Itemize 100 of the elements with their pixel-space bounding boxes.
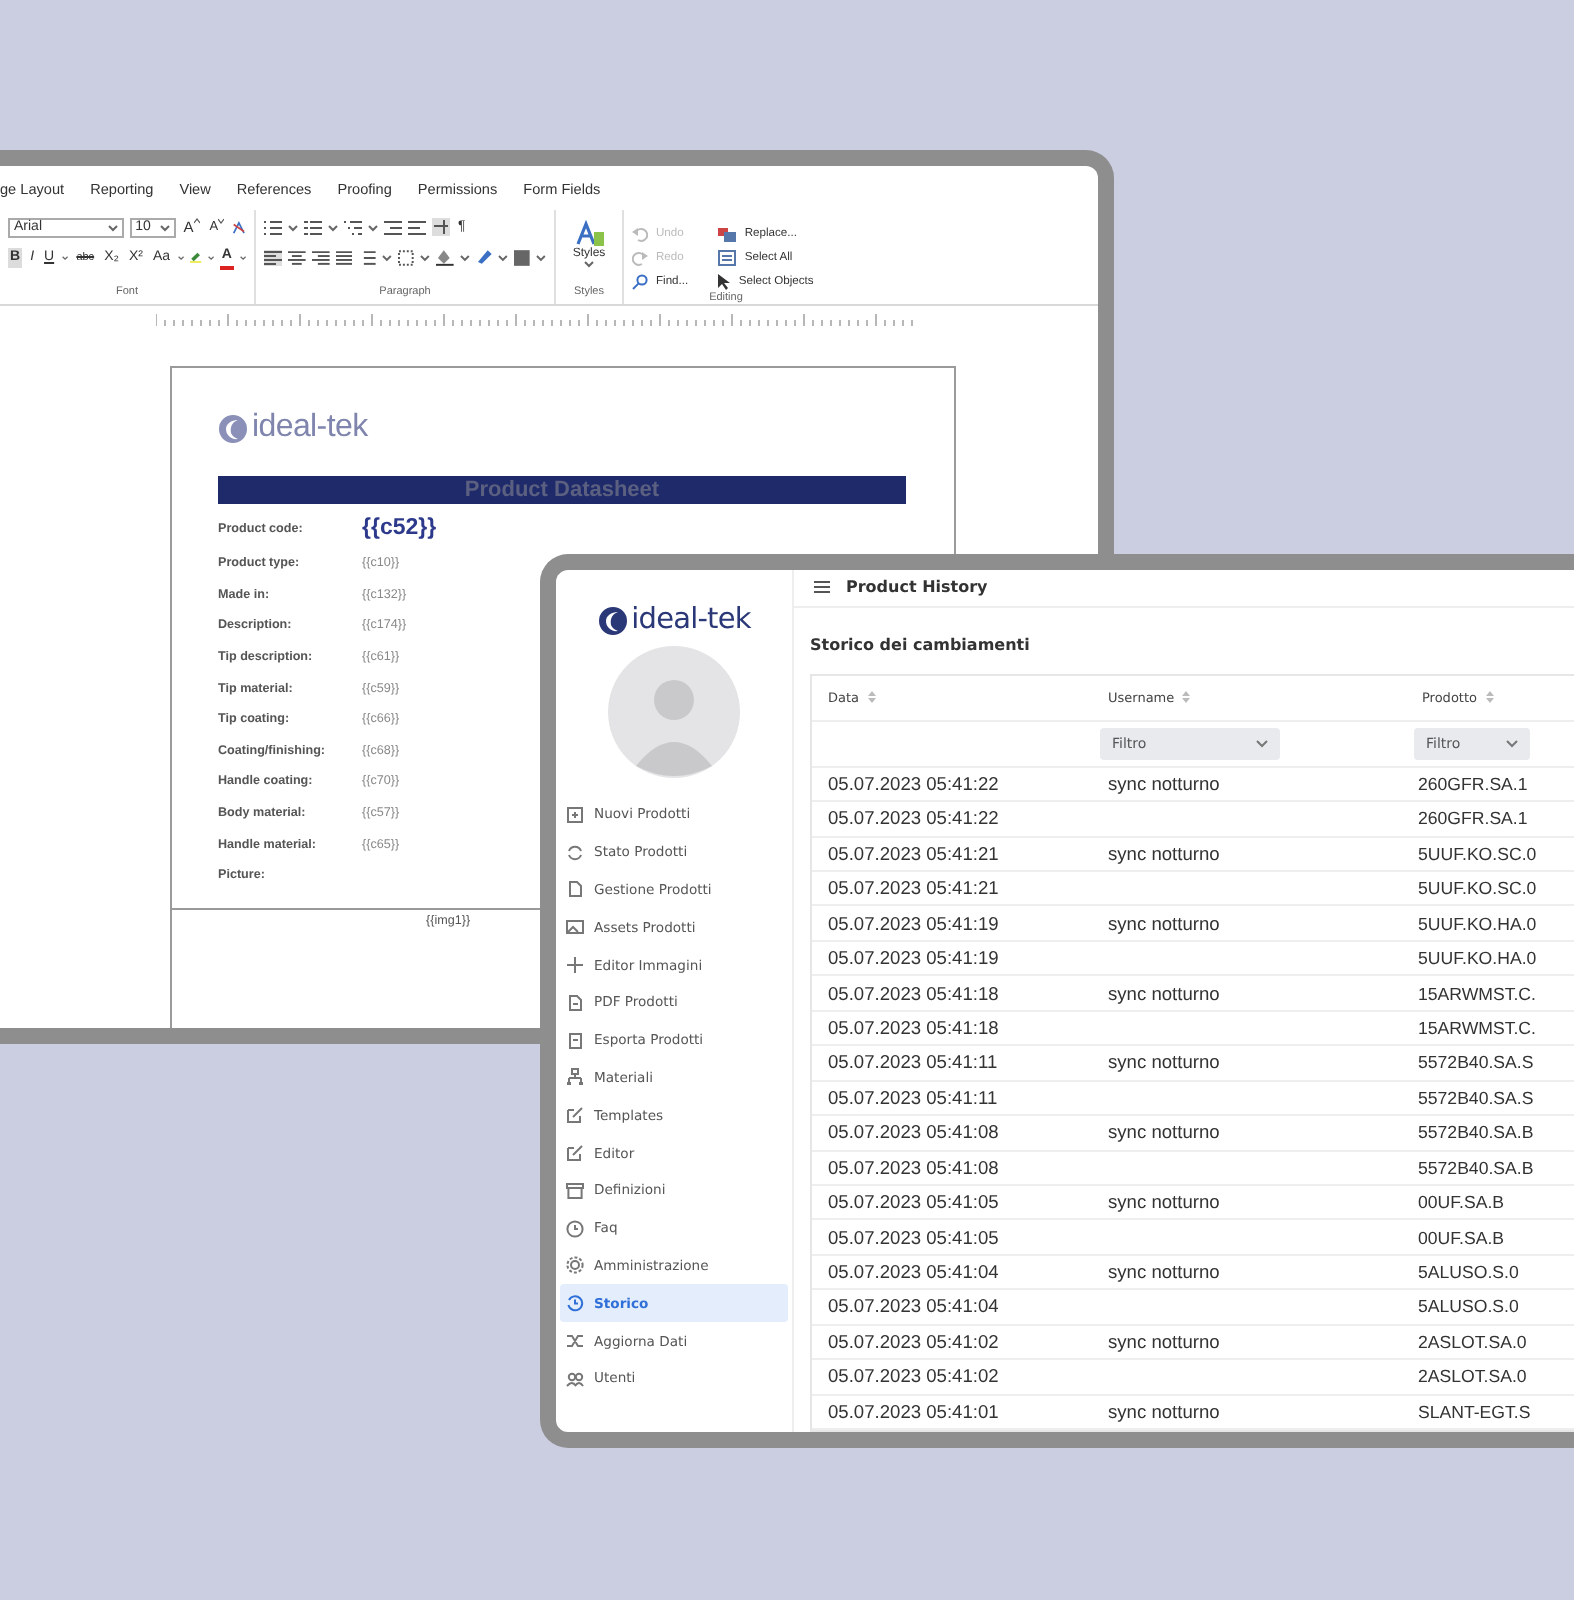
table-cell-text: sync notturno: [1106, 1192, 1222, 1213]
avatar-silhouette: [608, 646, 740, 778]
align-right-icon[interactable]: [311, 249, 330, 265]
table-cell-text: 05.07.2023 05:41:22: [826, 773, 1001, 794]
undo-icon: [632, 225, 648, 241]
logo-mark-icon: [218, 413, 248, 443]
table-cell-text: 05.07.2023 05:41:18: [826, 983, 1001, 1004]
styles-icon[interactable]: [575, 220, 603, 248]
clear-format-icon[interactable]: [232, 219, 246, 235]
caret-icon[interactable]: [207, 253, 214, 261]
table-cell-text: 5ALUSO.S.0: [1416, 1296, 1521, 1317]
table-cell-text: 5ALUSO.S.0: [1416, 1262, 1521, 1283]
page-title: Product History: [846, 578, 988, 597]
table-cell-text: sync notturno: [1106, 773, 1222, 794]
caret-icon[interactable]: [382, 253, 393, 261]
table-cell-text: sync notturno: [1106, 983, 1222, 1004]
caret-icon[interactable]: [419, 253, 430, 261]
caret-icon[interactable]: [368, 223, 378, 231]
caret-icon[interactable]: [536, 253, 546, 261]
logo-text: ideal-tek: [252, 410, 368, 446]
table-cell-text: 05.07.2023 05:41:02: [826, 1331, 1001, 1352]
shading-icon[interactable]: [435, 248, 454, 266]
redo-icon: [632, 249, 648, 265]
table-cell-text: 00UF.SA.B: [1416, 1227, 1507, 1248]
table-cell-text: 00UF.SA.B: [1416, 1192, 1507, 1213]
table-cell-text: 05.07.2023 05:41:19: [826, 913, 1001, 934]
table-cell-text: 5UUF.KO.SC.0: [1416, 878, 1539, 899]
highlight-icon[interactable]: [190, 248, 202, 266]
add-document-icon: [566, 805, 584, 824]
select-all-icon: [718, 249, 737, 265]
edit-icon: [566, 1144, 584, 1163]
clock-icon: [566, 1219, 584, 1238]
logo-mark-icon: [597, 605, 628, 635]
table-shading-icon[interactable]: [514, 249, 531, 265]
caret-icon[interactable]: [159, 223, 170, 231]
table-cell-text: sync notturno: [1106, 843, 1222, 864]
indent-icon[interactable]: [408, 219, 426, 235]
table-cell-text: 05.07.2023 05:41:21: [826, 843, 1001, 864]
table-cell-text: 260GFR.SA.1: [1416, 808, 1530, 829]
table-cell-text: 05.07.2023 05:41:05: [826, 1192, 1001, 1213]
table-cell-text: 5572B40.SA.S: [1416, 1087, 1536, 1108]
outdent-icon[interactable]: [384, 219, 402, 235]
border-icon[interactable]: [398, 249, 414, 265]
caret-icon[interactable]: [178, 253, 185, 261]
table-cell-text: sync notturno: [1106, 1262, 1222, 1283]
caret-up-icon: [193, 217, 200, 223]
menu-icon[interactable]: [814, 580, 830, 595]
hierarchy-icon: [566, 1068, 584, 1087]
numbered-list-icon[interactable]: [304, 219, 322, 235]
table-cell-text: sync notturno: [1106, 1122, 1222, 1143]
table-cell-text: 05.07.2023 05:41:08: [826, 1157, 1001, 1178]
search-icon: [632, 273, 648, 289]
table-cell-text: 15ARWMST.C.: [1416, 1017, 1538, 1038]
table-cell-text: sync notturno: [1106, 913, 1222, 934]
caret-icon[interactable]: [107, 223, 118, 231]
table-cell-text: 05.07.2023 05:41:01: [826, 1401, 1001, 1422]
settings-icon: [566, 1256, 584, 1275]
table-cell-text: 05.07.2023 05:41:18: [826, 1017, 1001, 1038]
caret-icon[interactable]: [328, 223, 338, 231]
align-center-icon[interactable]: [288, 249, 306, 265]
table-cell-text: 05.07.2023 05:41:21: [826, 878, 1001, 899]
table-cell-text: 05.07.2023 05:41:04: [826, 1262, 1001, 1283]
caret-icon[interactable]: [498, 253, 509, 261]
show-marks-icon[interactable]: [432, 218, 450, 236]
table-cell-text: sync notturno: [1106, 1401, 1222, 1422]
history-icon: [566, 1294, 584, 1313]
table-cell-text: 5UUF.KO.HA.0: [1416, 948, 1539, 969]
table-cell-text: sync notturno: [1106, 1052, 1222, 1073]
border-color-icon[interactable]: [475, 248, 493, 266]
logo-text: ideal-tek: [631, 604, 751, 636]
table-cell-text: 05.07.2023 05:41:11: [826, 1087, 1000, 1108]
table-cell-text: 5UUF.KO.SC.0: [1416, 843, 1539, 864]
caret-icon[interactable]: [239, 253, 246, 261]
field-value: {{c52}}: [362, 516, 437, 540]
caret-icon[interactable]: [288, 223, 298, 231]
table-cell-text: 05.07.2023 05:41:02: [826, 1366, 1001, 1387]
table-cell-text: 05.07.2023 05:41:11: [826, 1052, 1000, 1073]
line-spacing-icon[interactable]: [358, 249, 377, 265]
table-cell-text: 260GFR.SA.1: [1416, 773, 1530, 794]
caret-icon[interactable]: [584, 260, 594, 268]
multilevel-list-icon[interactable]: [344, 219, 362, 235]
bullet-list-icon[interactable]: [264, 219, 282, 235]
table-cell-text: 05.07.2023 05:41:05: [826, 1227, 1001, 1248]
shuffle-icon: [566, 1332, 584, 1351]
replace-icon: [718, 225, 737, 241]
justify-icon[interactable]: [335, 249, 353, 265]
table-cell-text: 2ASLOT.SA.0: [1416, 1331, 1529, 1352]
tray-icon: [566, 1181, 584, 1200]
table-cell-text: sync notturno: [1106, 1331, 1222, 1352]
align-left-icon[interactable]: [264, 249, 282, 265]
caret-icon[interactable]: [459, 253, 470, 261]
caret-down-icon: [218, 217, 225, 223]
table-cell-text: 5572B40.SA.B: [1416, 1122, 1536, 1143]
table-cell-text: 05.07.2023 05:41:19: [826, 948, 1001, 969]
caret-icon[interactable]: [62, 253, 69, 261]
section-title: Storico dei cambiamenti: [810, 635, 1032, 654]
document-icon: [566, 993, 584, 1012]
chevron-down-icon: [1256, 739, 1268, 748]
users-icon: [566, 1369, 584, 1388]
refresh-icon: [566, 843, 584, 862]
